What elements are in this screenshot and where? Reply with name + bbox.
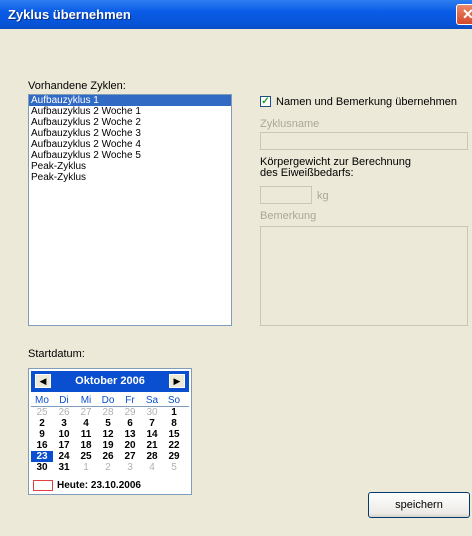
weekday-label: Fr — [125, 395, 135, 406]
cycle-list-item[interactable]: Aufbauzyklus 2 Woche 2 — [29, 117, 231, 128]
calendar-day[interactable]: 22 — [163, 440, 185, 451]
month-calendar[interactable]: ◀ Oktober 2006 ▶ Mo Di Mi Do Fr Sa So 25 26 27 28 2… — [28, 368, 192, 495]
calendar-day[interactable]: 3 — [53, 418, 75, 429]
weekday-header-row: Mo Di Mi Do Fr Sa So — [31, 395, 189, 407]
cycle-list-item[interactable]: Aufbauzyklus 2 Woche 1 — [29, 106, 231, 117]
calendar-day[interactable]: 2 — [31, 418, 53, 429]
window-title: Zyklus übernehmen — [8, 7, 131, 22]
weekday-label: Do — [101, 395, 115, 406]
calendar-day[interactable]: 26 — [97, 451, 119, 462]
calendar-week-row: 2345678 — [31, 418, 189, 429]
calendar-day[interactable]: 25 — [31, 407, 53, 418]
calendar-day[interactable]: 17 — [53, 440, 75, 451]
close-icon: ✕ — [462, 6, 472, 22]
remark-label: Bemerkung — [260, 210, 317, 222]
calendar-day[interactable]: 19 — [97, 440, 119, 451]
calendar-day[interactable]: 3 — [119, 462, 141, 473]
cycle-name-label: Zyklusname — [260, 118, 320, 130]
calendar-day[interactable]: 1 — [75, 462, 97, 473]
cycle-list-item[interactable]: Aufbauzyklus 2 Woche 4 — [29, 139, 231, 150]
weight-unit: kg — [317, 190, 329, 202]
checkmark-icon: ✓ — [261, 96, 270, 107]
save-button[interactable]: speichern — [368, 492, 470, 518]
cycle-list-item[interactable]: Peak-Zyklus — [29, 172, 231, 183]
weekday-label: Sa — [145, 395, 159, 406]
cycle-name-field — [260, 132, 468, 150]
take-over-checkbox-label[interactable]: Namen und Bemerkung übernehmen — [276, 96, 457, 108]
next-month-button[interactable]: ▶ — [169, 374, 185, 388]
cycle-list-item[interactable]: Aufbauzyklus 2 Woche 3 — [29, 128, 231, 139]
calendar-day[interactable]: 18 — [75, 440, 97, 451]
calendar-day[interactable]: 8 — [163, 418, 185, 429]
weekday-label: Mi — [80, 395, 92, 406]
title-bar[interactable]: Zyklus übernehmen ✕ — [0, 0, 472, 29]
calendar-day[interactable]: 13 — [119, 429, 141, 440]
take-over-checkbox[interactable]: ✓ — [260, 96, 271, 107]
calendar-day[interactable]: 7 — [141, 418, 163, 429]
calendar-day[interactable]: 6 — [119, 418, 141, 429]
calendar-day[interactable]: 12 — [97, 429, 119, 440]
calendar-day[interactable]: 29 — [119, 407, 141, 418]
calendar-day[interactable]: 14 — [141, 429, 163, 440]
calendar-day[interactable]: 10 — [53, 429, 75, 440]
calendar-week-row: 25 26 27 28 29 30 1 — [31, 407, 189, 418]
calendar-day[interactable]: 27 — [119, 451, 141, 462]
calendar-day[interactable]: 23 — [31, 451, 53, 462]
weekday-label: Mo — [35, 395, 49, 406]
close-button[interactable]: ✕ — [456, 4, 472, 25]
calendar-week-row: 23 24 25 26 27 28 29 — [31, 451, 189, 462]
calendar-day[interactable]: 11 — [75, 429, 97, 440]
calendar-day[interactable]: 4 — [75, 418, 97, 429]
calendar-week-row: 9 10 11 12 13 14 15 — [31, 429, 189, 440]
cycles-label: Vorhandene Zyklen: — [28, 80, 126, 92]
weekday-label: Di — [59, 395, 69, 406]
weekday-label: So — [167, 395, 181, 406]
calendar-day[interactable]: 28 — [141, 451, 163, 462]
calendar-day[interactable]: 29 — [163, 451, 185, 462]
calendar-day[interactable]: 2 — [97, 462, 119, 473]
calendar-day[interactable]: 5 — [97, 418, 119, 429]
weight-label-line2: des Eiweißbedarfs: — [260, 167, 354, 179]
prev-month-button[interactable]: ◀ — [35, 374, 51, 388]
weight-field — [260, 186, 312, 204]
chevron-left-icon: ◀ — [39, 376, 47, 386]
calendar-day[interactable]: 31 — [53, 462, 75, 473]
calendar-day[interactable]: 26 — [53, 407, 75, 418]
cycle-list-item[interactable]: Aufbauzyklus 1 — [29, 95, 231, 106]
calendar-day[interactable]: 1 — [163, 407, 185, 418]
calendar-day[interactable]: 25 — [75, 451, 97, 462]
calendar-day[interactable]: 20 — [119, 440, 141, 451]
calendar-day[interactable]: 30 — [141, 407, 163, 418]
calendar-day[interactable]: 4 — [141, 462, 163, 473]
cycle-list-item[interactable]: Aufbauzyklus 2 Woche 5 — [29, 150, 231, 161]
calendar-day[interactable]: 9 — [31, 429, 53, 440]
today-link[interactable]: Heute: 23.10.2006 — [33, 480, 141, 491]
calendar-day[interactable]: 5 — [163, 462, 185, 473]
calendar-day[interactable]: 27 — [75, 407, 97, 418]
calendar-day[interactable]: 28 — [97, 407, 119, 418]
dialog-window: Zyklus übernehmen ✕ Vorhandene Zyklen: A… — [0, 0, 472, 536]
calendar-week-row: 30 31 1 2 3 4 5 — [31, 462, 189, 473]
calendar-day[interactable]: 15 — [163, 429, 185, 440]
cycle-listbox[interactable]: Aufbauzyklus 1 Aufbauzyklus 2 Woche 1 Aufb… — [28, 94, 232, 326]
calendar-week-row: 16 17 18 19 20 21 22 — [31, 440, 189, 451]
calendar-header: ◀ Oktober 2006 ▶ — [31, 371, 189, 392]
calendar-day[interactable]: 24 — [53, 451, 75, 462]
calendar-month-label: Oktober 2006 — [75, 375, 145, 387]
today-marker — [33, 480, 53, 491]
calendar-day[interactable]: 16 — [31, 440, 53, 451]
calendar-grid: Mo Di Mi Do Fr Sa So 25 26 27 28 29 30 1 2 3 4 5 6 7 8 9 10 11 1… — [31, 395, 189, 473]
start-date-label: Startdatum: — [28, 348, 85, 360]
today-label: Heute: 23.10.2006 — [57, 480, 141, 491]
cycle-list-item[interactable]: Peak-Zyklus — [29, 161, 231, 172]
calendar-day[interactable]: 30 — [31, 462, 53, 473]
chevron-right-icon: ▶ — [173, 376, 181, 386]
calendar-day[interactable]: 21 — [141, 440, 163, 451]
remark-field — [260, 226, 468, 326]
